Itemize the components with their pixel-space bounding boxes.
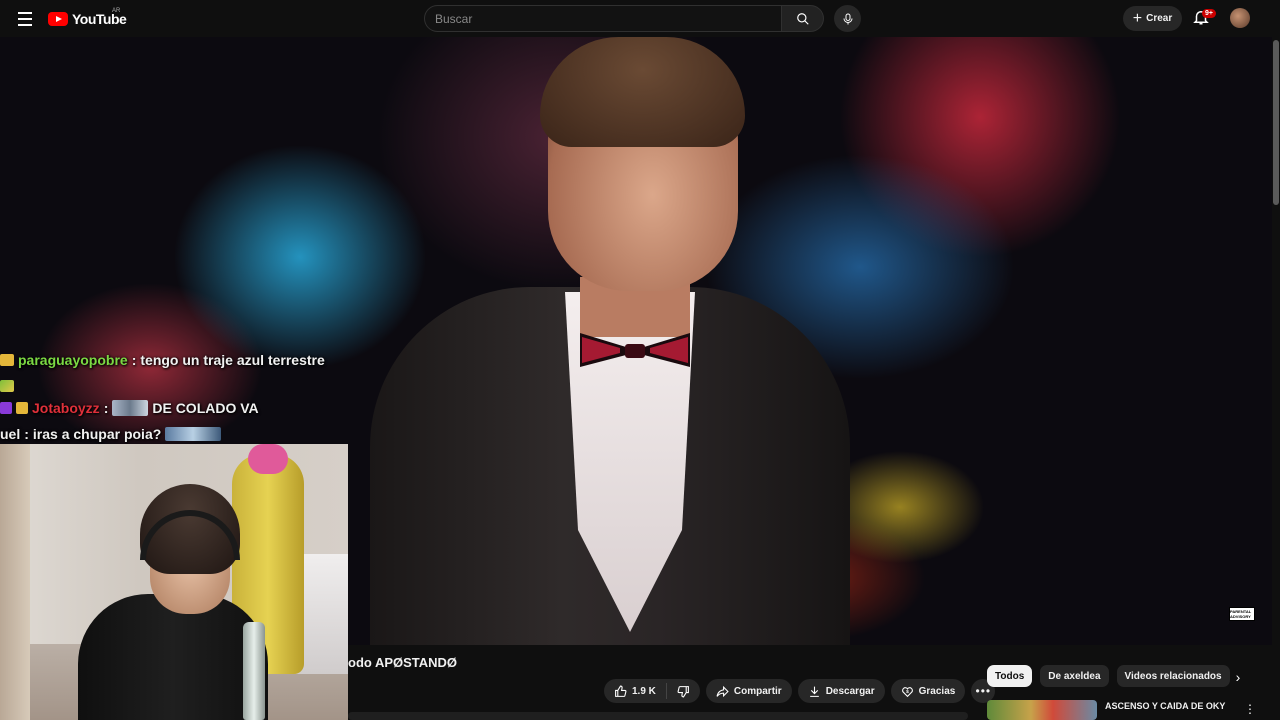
more-vert-icon[interactable]: ⋮ <box>1244 702 1256 716</box>
top-bar: YouTube AR + Crear 9+ <box>0 0 1280 37</box>
share-icon <box>716 685 729 697</box>
menu-icon[interactable] <box>14 8 36 30</box>
download-icon <box>809 686 819 697</box>
dislike-button[interactable] <box>667 679 700 703</box>
account-avatar[interactable] <box>1230 8 1250 28</box>
bow-tie <box>580 333 690 367</box>
chat-username: uel <box>0 426 21 442</box>
create-label: Crear <box>1146 13 1173 24</box>
badge-icon <box>0 354 14 366</box>
chat-text: DE COLADO VA <box>152 400 259 416</box>
video-actions: 1.9 K Compartir Descargar $ Gracias ••• <box>604 679 996 703</box>
parental-advisory-logo: PARENTAL ADVISORY <box>1229 607 1255 621</box>
streamer-webcam <box>0 444 348 720</box>
chip-de-axeldea[interactable]: De axeldea <box>1040 665 1109 687</box>
chat-separator: : <box>103 400 109 416</box>
search-bar <box>424 5 824 32</box>
scrollbar-thumb[interactable] <box>1273 40 1279 205</box>
video-title: odo APØSTANDØ <box>348 655 458 670</box>
play-logo-icon <box>48 12 68 26</box>
download-label: Descargar <box>825 685 875 697</box>
chat-message: paraguayopobre : tengo un traje azul ter… <box>0 352 325 368</box>
emote-icon <box>112 400 149 416</box>
chat-separator: : <box>131 352 137 368</box>
thumbs-down-icon <box>677 685 689 697</box>
share-label: Compartir <box>733 685 782 697</box>
chat-message: uel : iras a chupar poia? <box>0 426 222 442</box>
thanks-button[interactable]: $ Gracias <box>890 679 966 703</box>
emote-icon <box>165 427 222 441</box>
region-code: AR <box>112 8 121 14</box>
voice-search-button[interactable] <box>834 5 861 32</box>
plus-icon: + <box>1132 9 1143 27</box>
webcam-curtain <box>0 444 30 720</box>
emote-icon <box>0 380 14 392</box>
download-button[interactable]: Descargar <box>797 679 885 703</box>
sub-badge-icon <box>0 402 12 414</box>
chat-message: Jotaboyzz : DE COLADO VA <box>0 400 259 416</box>
chip-videos-relacionados[interactable]: Videos relacionados <box>1116 665 1230 687</box>
chip-todos[interactable]: Todos <box>987 665 1033 687</box>
share-button[interactable]: Compartir <box>705 679 792 703</box>
webcam-streamer-body <box>78 594 268 720</box>
chat-text: tengo un traje azul terrestre <box>140 352 325 368</box>
thumbs-up-icon <box>615 685 627 697</box>
like-count: 1.9 K <box>632 685 656 697</box>
chat-username: Jotaboyzz <box>32 400 100 416</box>
microphone-icon <box>843 13 852 24</box>
super-thanks-icon: $ <box>901 686 913 697</box>
description-box[interactable] <box>348 712 968 720</box>
create-button[interactable]: + Crear <box>1123 6 1182 31</box>
search-icon <box>796 12 809 25</box>
chat-emote-line <box>0 380 14 392</box>
search-button[interactable] <box>782 5 824 32</box>
webcam-bottle <box>243 622 265 720</box>
video-person-hair <box>540 37 745 147</box>
notification-badge: 9+ <box>1202 9 1216 18</box>
recommendation-filter-chips: Todos De axeldea Videos relacionados <box>987 665 1230 687</box>
like-dislike-group: 1.9 K <box>604 679 700 703</box>
webcam-pink-hair <box>248 444 288 474</box>
recommended-thumbnail[interactable] <box>987 700 1097 720</box>
thanks-label: Gracias <box>918 685 956 697</box>
svg-text:$: $ <box>906 689 909 695</box>
recommended-video[interactable]: ASCENSO Y CAIDA DE OKY <box>987 700 1225 720</box>
chat-separator: : <box>24 426 29 442</box>
like-button[interactable]: 1.9 K <box>604 679 666 703</box>
badge-icon <box>16 402 28 414</box>
search-input[interactable] <box>424 5 782 32</box>
chevron-right-icon[interactable]: › <box>1228 667 1248 687</box>
chat-username: paraguayopobre <box>18 352 128 368</box>
recommended-title[interactable]: ASCENSO Y CAIDA DE OKY <box>1105 701 1225 711</box>
chat-text: iras a chupar poia? <box>32 426 162 442</box>
